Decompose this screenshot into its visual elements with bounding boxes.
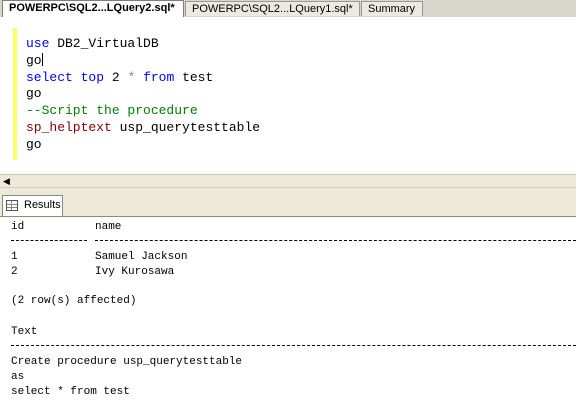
results-pane: id name 1 Samuel Jackson 2 Ivy Kurosawa …: [0, 217, 576, 410]
text-column-divider: [11, 345, 576, 346]
tab-query1[interactable]: POWERPC\SQL2...LQuery1.sql*: [185, 1, 360, 16]
grid-icon: [6, 200, 18, 211]
code-line[interactable]: go: [26, 86, 260, 103]
code-line[interactable]: sp_helptext usp_querytesttable: [26, 120, 260, 137]
code-line[interactable]: use DB2_VirtualDB: [26, 36, 260, 53]
procedure-text-line-1: Create procedure usp_querytesttable: [11, 356, 243, 368]
code-token: top: [80, 69, 105, 85]
column-header-name: name: [95, 221, 122, 233]
code-line[interactable]: go: [26, 52, 260, 70]
code-token: 2: [104, 69, 128, 85]
tab-summary[interactable]: Summary: [361, 1, 423, 16]
text-caret: [41, 52, 43, 66]
procedure-text-line-3: select * from test: [11, 386, 130, 398]
change-marker-bar: [13, 28, 17, 160]
code-text[interactable]: use DB2_VirtualDB go select top 2 * from t…: [26, 36, 260, 154]
code-token: select: [26, 69, 73, 85]
editor-horizontal-scrollbar[interactable]: ◀: [0, 174, 576, 187]
rows-affected-message: (2 row(s) affected): [11, 295, 137, 307]
procedure-text-line-2: as: [11, 371, 25, 383]
code-token: go: [26, 136, 42, 152]
code-token: go: [26, 86, 42, 102]
query-editor[interactable]: use DB2_VirtualDB go select top 2 * from t…: [0, 17, 576, 174]
code-token: DB2_VirtualDB: [49, 36, 159, 51]
row-2-id: 2: [11, 266, 18, 278]
text-column-header: Text: [11, 326, 38, 338]
code-token: use: [26, 36, 50, 51]
row-1-name: Samuel Jackson: [95, 251, 188, 263]
code-line[interactable]: go: [26, 137, 260, 154]
code-line[interactable]: --Script the procedure: [26, 103, 260, 120]
column-header-id: id: [11, 221, 25, 233]
results-tab-strip: Results: [0, 193, 576, 217]
tab-query2[interactable]: POWERPC\SQL2...LQuery2.sql*: [2, 0, 184, 17]
row-1-id: 1: [11, 251, 18, 263]
code-token: usp_querytesttable: [111, 119, 261, 135]
tab-results[interactable]: Results: [2, 195, 63, 216]
id-column-divider: [11, 240, 87, 241]
code-line[interactable]: select top 2 * from test: [26, 70, 260, 87]
results-tab-label: Results: [24, 199, 61, 211]
name-column-divider: [95, 240, 576, 241]
code-token: --Script the procedure: [26, 103, 198, 119]
code-token: go: [26, 52, 42, 68]
code-token: sp_helptext: [26, 119, 112, 135]
scroll-left-icon[interactable]: ◀: [0, 175, 13, 187]
document-tab-bar: POWERPC\SQL2...LQuery2.sql* POWERPC\SQL2…: [0, 0, 576, 18]
row-2-name: Ivy Kurosawa: [95, 266, 175, 278]
code-token: test: [174, 69, 214, 85]
code-token: from: [143, 69, 175, 85]
